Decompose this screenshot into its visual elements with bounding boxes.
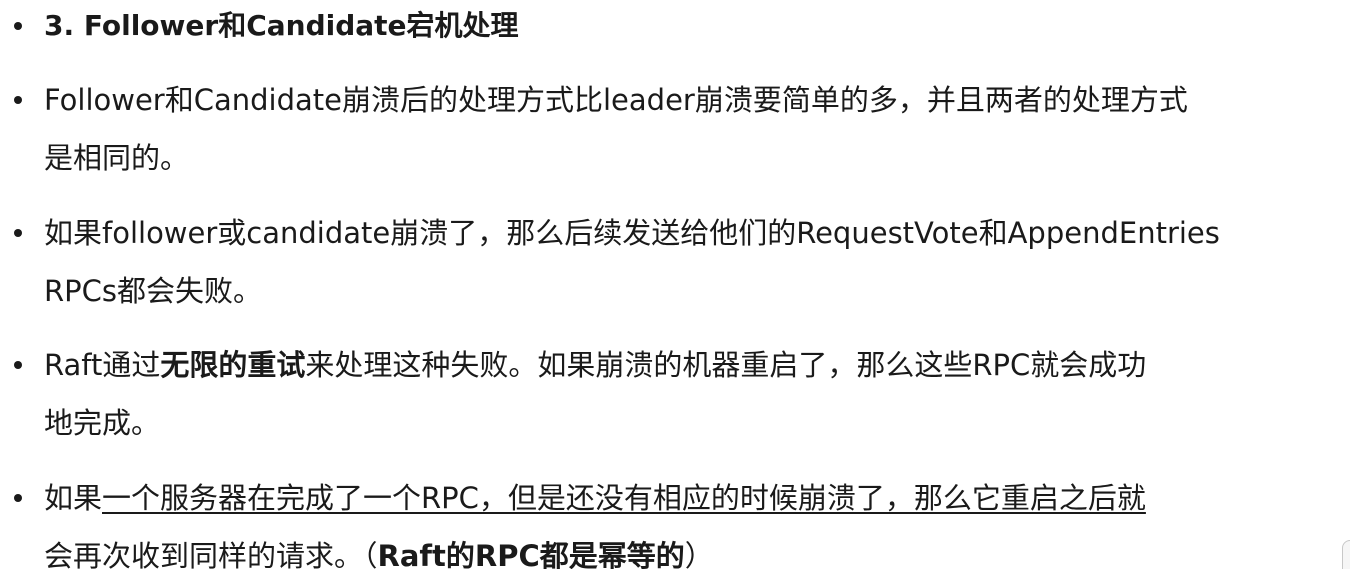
- paragraph-line: RPCs都会失败。: [44, 274, 262, 308]
- bullet-dot: [14, 494, 22, 502]
- bold-text: Raft的RPC都是幂等的: [377, 539, 685, 569]
- paragraph-line: 如果一个服务器在完成了一个RPC，但是还没有相应的时候崩溃了，那么它重启之后就: [44, 478, 1146, 518]
- paragraph-line: 是相同的。: [44, 141, 190, 175]
- text-run: 来处理这种失败。如果崩溃的机器重启了，那么这些RPC就会成功: [305, 348, 1147, 382]
- bullet-dot: [14, 22, 22, 30]
- underlined-text: 一个服务器在完成了一个RPC，但是还没有相应的时候崩溃了，那么它重启之后就: [102, 481, 1146, 515]
- paragraph-line: 如果follower或candidate崩溃了，那么后续发送给他们的Reques…: [44, 216, 1220, 250]
- bullet-dot: [14, 96, 22, 104]
- paragraph-line: Follower和Candidate崩溃后的处理方式比leader崩溃要简单的多…: [44, 83, 1188, 117]
- bullet-dot: [14, 229, 22, 237]
- section-heading: 3. Follower和Candidate宕机处理: [44, 9, 519, 42]
- document-page: 3. Follower和Candidate宕机处理 Follower和Candi…: [0, 0, 1350, 569]
- underlined-text: 会再次收到同样的请求。（: [44, 539, 378, 569]
- text-run: 如果: [44, 481, 103, 515]
- scroll-handle[interactable]: [1342, 540, 1350, 569]
- bold-text: 无限的重试: [160, 348, 306, 382]
- bullet-dot: [14, 361, 22, 369]
- paragraph-line: 会再次收到同样的请求。（Raft的RPC都是幂等的）: [44, 536, 714, 569]
- text-run: ）: [684, 539, 714, 569]
- text-run: Raft通过: [44, 348, 161, 382]
- paragraph-line: 地完成。: [44, 406, 161, 440]
- paragraph-line: Raft通过无限的重试来处理这种失败。如果崩溃的机器重启了，那么这些RPC就会成…: [44, 345, 1146, 385]
